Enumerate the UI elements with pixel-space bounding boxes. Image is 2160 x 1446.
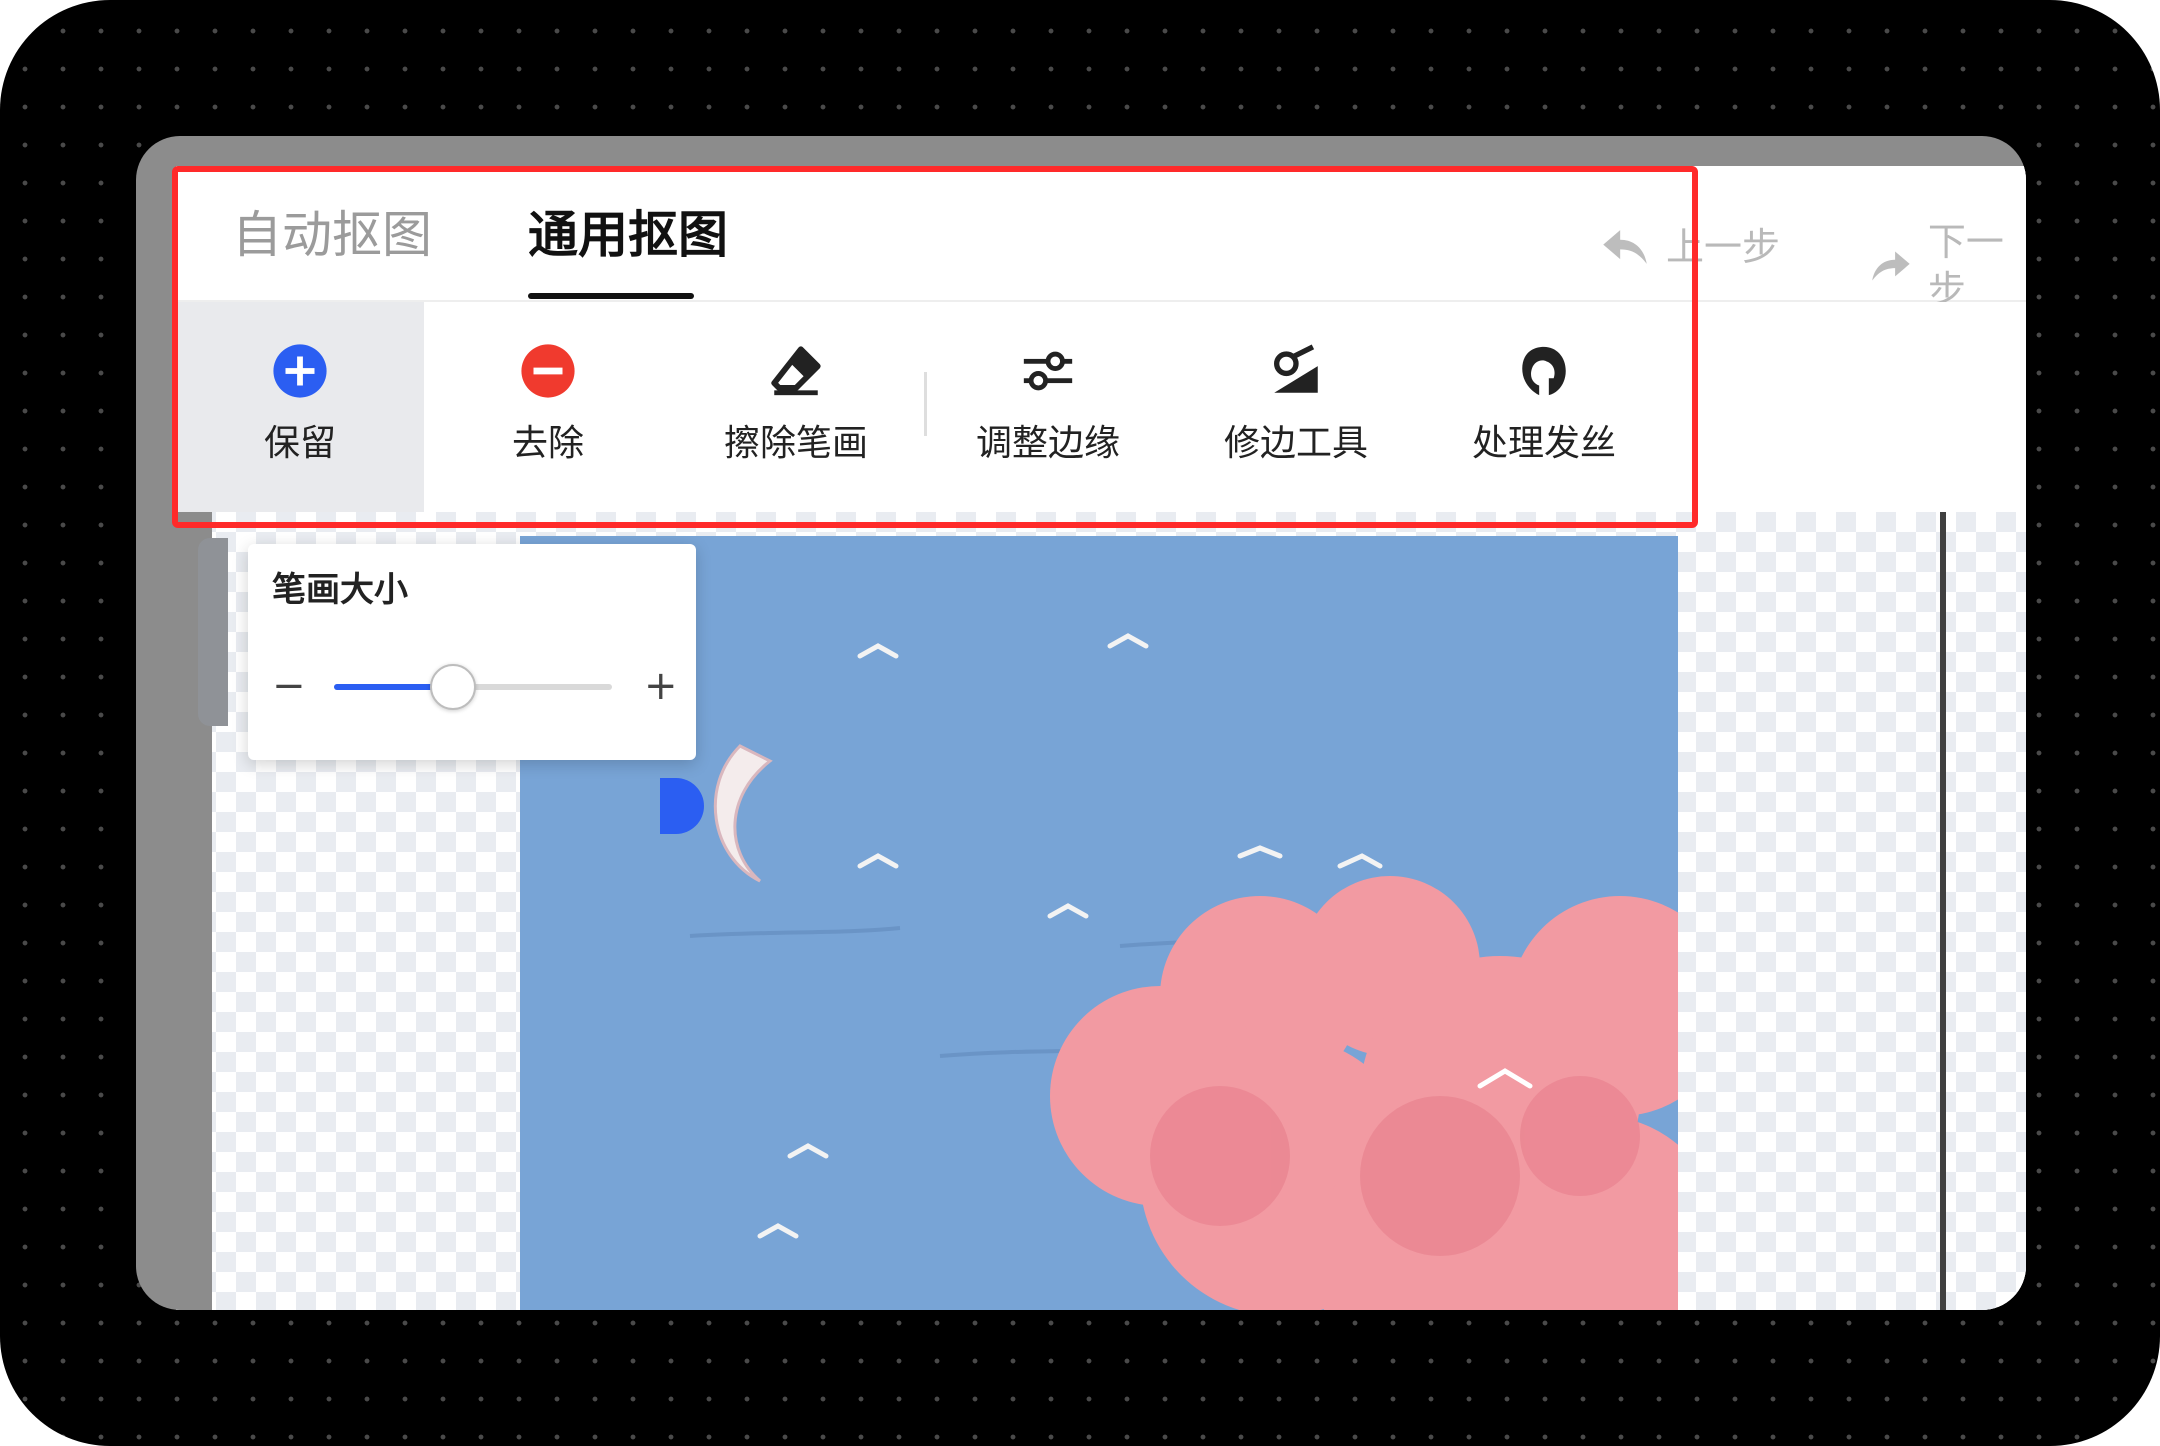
brush-size-title: 笔画大小 xyxy=(272,570,408,610)
collapsed-panel-edge xyxy=(198,538,228,726)
canvas-right-border xyxy=(1940,512,1946,1310)
brush-size-increase-button[interactable]: + xyxy=(644,662,678,710)
brush-size-decrease-button[interactable]: − xyxy=(272,662,306,710)
brush-size-panel: 笔画大小 − + xyxy=(248,544,696,760)
redo-icon xyxy=(1872,251,1910,281)
redo-label: 下一步 xyxy=(1927,220,2004,312)
slider-handle[interactable] xyxy=(429,664,476,710)
redo-button[interactable]: 下一步 xyxy=(1866,218,2026,314)
annotation-highlight-box xyxy=(172,166,1698,528)
brush-size-slider[interactable] xyxy=(334,664,612,710)
